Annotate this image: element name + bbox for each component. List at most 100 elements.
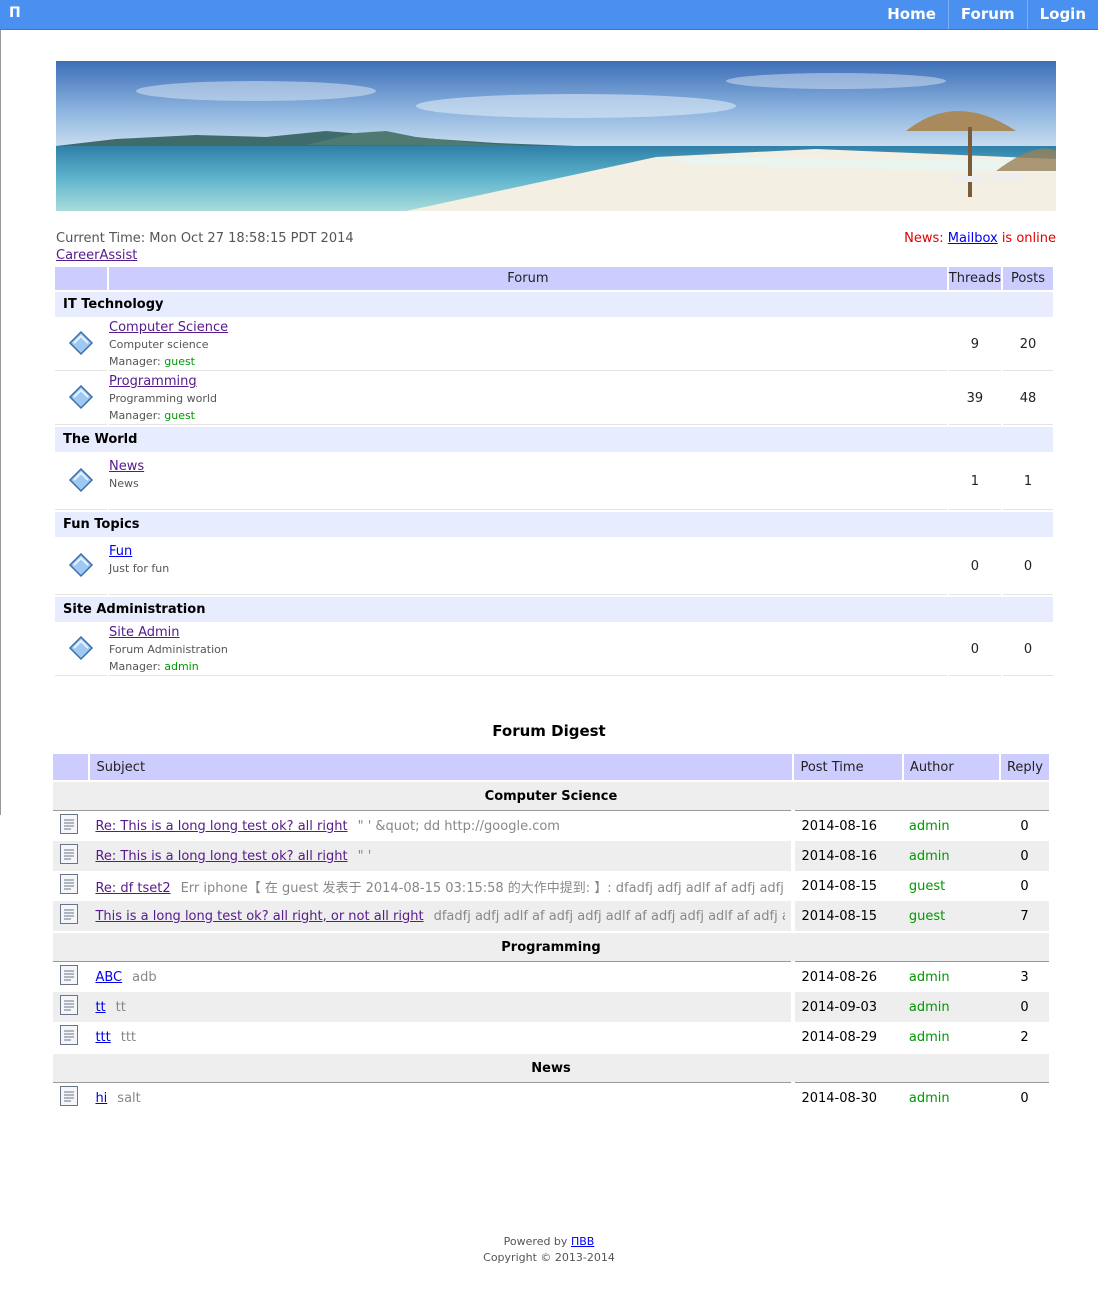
forum-row: Fun Just for fun 0 0 xyxy=(55,539,1053,595)
digest-icon-header xyxy=(53,754,90,781)
forum-link-site-admin[interactable]: Site Admin xyxy=(109,625,180,640)
topic-excerpt: Err iphone【 在 guest 发表于 2014-08-15 03:15… xyxy=(180,880,786,896)
author-cell: admin xyxy=(903,1083,1000,1114)
manager-name[interactable]: guest xyxy=(164,409,195,422)
post-time: 2014-08-30 xyxy=(791,1082,903,1113)
category-row: Fun Topics xyxy=(55,512,1053,537)
powered-by: Powered by ПВВ xyxy=(503,1235,595,1248)
topic-link[interactable]: This is a long long test ok? all right, … xyxy=(95,909,423,924)
digest-section-row: Computer Science xyxy=(53,780,1049,811)
subject-cell: ABC adb xyxy=(89,962,793,993)
topic-excerpt: adb xyxy=(132,969,157,985)
manager-name[interactable]: admin xyxy=(164,660,198,673)
topic-link[interactable]: hi xyxy=(95,1091,107,1106)
forum-description: Computer science xyxy=(109,338,209,351)
author-link[interactable]: admin xyxy=(909,1000,950,1015)
career-assist-link[interactable]: CareerAssist xyxy=(56,248,137,263)
forum-column-header: Forum xyxy=(109,267,947,290)
forum-row: Computer Science Computer science Manager:… xyxy=(55,319,1053,371)
forum-link-computer-science[interactable]: Computer Science xyxy=(109,320,228,335)
subject-cell: tt tt xyxy=(89,992,794,1022)
topic-excerpt: ttt xyxy=(120,1029,137,1045)
digest-table: Subject Post Time Author Reply Computer … xyxy=(53,754,1049,1113)
forum-table: Forum Threads Posts IT Technology Comput… xyxy=(53,265,1055,678)
topic-link[interactable]: Re: This is a long long test ok? all rig… xyxy=(95,849,347,864)
thread-count: 39 xyxy=(948,373,1001,425)
mailbox-link[interactable]: Mailbox xyxy=(948,231,998,246)
copyright: Copyright © 2013-2014 xyxy=(483,1251,615,1264)
subject-cell: ttt ttt xyxy=(89,1022,793,1053)
post-time: 2014-08-15 xyxy=(791,871,903,901)
author-cell: admin xyxy=(903,1022,1000,1053)
subject-cell: This is a long long test ok? all right, … xyxy=(89,901,794,932)
author-link[interactable]: admin xyxy=(909,1030,950,1045)
post-icon xyxy=(53,962,89,993)
author-cell: admin xyxy=(902,992,1000,1022)
post-count: 20 xyxy=(1003,319,1053,371)
topic-link[interactable]: Re: This is a long long test ok? all rig… xyxy=(95,819,347,834)
topic-excerpt: dfadfj adfj adlf af adfj adfj adlf af ad… xyxy=(433,908,786,924)
subject-header: Subject xyxy=(88,754,794,781)
forum-icon xyxy=(55,539,107,595)
category-name: Site Administration xyxy=(55,597,1053,622)
reply-count: 7 xyxy=(999,901,1049,932)
post-time-header: Post Time xyxy=(792,754,903,781)
post-time: 2014-08-29 xyxy=(791,1022,903,1053)
post-count: 1 xyxy=(1003,454,1053,510)
author-link[interactable]: admin xyxy=(909,849,950,864)
post-time: 2014-08-16 xyxy=(791,810,903,841)
topic-excerpt: " ' xyxy=(357,848,372,864)
topic-link[interactable]: Re: df tset2 xyxy=(95,881,170,896)
icon-column-header xyxy=(55,267,107,290)
topic-link[interactable]: ABC xyxy=(95,970,122,985)
author-link[interactable]: guest xyxy=(909,879,945,894)
nav-home[interactable]: Home xyxy=(875,0,948,29)
reply-count: 0 xyxy=(999,841,1049,871)
author-cell: admin xyxy=(903,811,1000,842)
digest-row: Re: This is a long long test ok? all rig… xyxy=(53,810,1049,842)
topic-link[interactable]: ttt xyxy=(95,1030,110,1045)
reply-count: 2 xyxy=(1020,1029,1029,1045)
digest-section-row: Programming xyxy=(53,931,1049,962)
nav-forum[interactable]: Forum xyxy=(947,0,1027,29)
reply-count: 0 xyxy=(999,992,1049,1022)
digest-section-name: Programming xyxy=(53,931,1049,962)
page-footer: Powered by ПВВ Copyright © 2013-2014 xyxy=(0,1234,1098,1266)
topic-excerpt: salt xyxy=(117,1090,141,1106)
forum-link-news[interactable]: News xyxy=(109,459,144,474)
brand-logo[interactable]: П xyxy=(9,5,21,21)
forum-link-programming[interactable]: Programming xyxy=(109,374,197,389)
digest-row: tt tt 2014-09-03 admin 0 xyxy=(53,992,1049,1022)
topic-link[interactable]: tt xyxy=(95,1000,105,1015)
thread-count: 0 xyxy=(948,539,1001,595)
forum-description: Programming world xyxy=(109,392,217,405)
news-suffix: is online xyxy=(997,231,1056,246)
post-icon xyxy=(53,1022,89,1053)
digest-header: Subject Post Time Author Reply xyxy=(53,754,1049,781)
post-count: 0 xyxy=(1003,624,1053,676)
author-cell: guest xyxy=(902,901,1000,932)
post-icon xyxy=(53,841,90,871)
digest-section-name: Computer Science xyxy=(53,780,1049,811)
forum-link-fun[interactable]: Fun xyxy=(109,544,132,559)
manager-name[interactable]: guest xyxy=(164,355,195,368)
author-link[interactable]: admin xyxy=(909,970,950,985)
author-link[interactable]: admin xyxy=(909,819,950,834)
nav-login[interactable]: Login xyxy=(1026,0,1098,29)
forum-icon xyxy=(55,454,107,510)
category-name: The World xyxy=(55,427,1053,452)
forum-icon xyxy=(55,624,107,676)
author-link[interactable]: guest xyxy=(909,909,945,924)
post-icon xyxy=(53,992,90,1022)
reply-count: 0 xyxy=(1020,878,1029,894)
powered-by-link[interactable]: ПВВ xyxy=(571,1235,594,1248)
category-name: IT Technology xyxy=(55,292,1053,317)
subject-cell: Re: This is a long long test ok? all rig… xyxy=(89,841,794,871)
author-link[interactable]: admin xyxy=(909,1091,950,1106)
post-count: 0 xyxy=(1003,539,1053,595)
beach-banner-image xyxy=(56,61,1056,211)
digest-row: This is a long long test ok? all right, … xyxy=(53,901,1049,932)
main-nav: Home Forum Login xyxy=(875,0,1098,29)
digest-section-row: News xyxy=(53,1052,1049,1083)
author-cell: admin xyxy=(902,841,1000,871)
